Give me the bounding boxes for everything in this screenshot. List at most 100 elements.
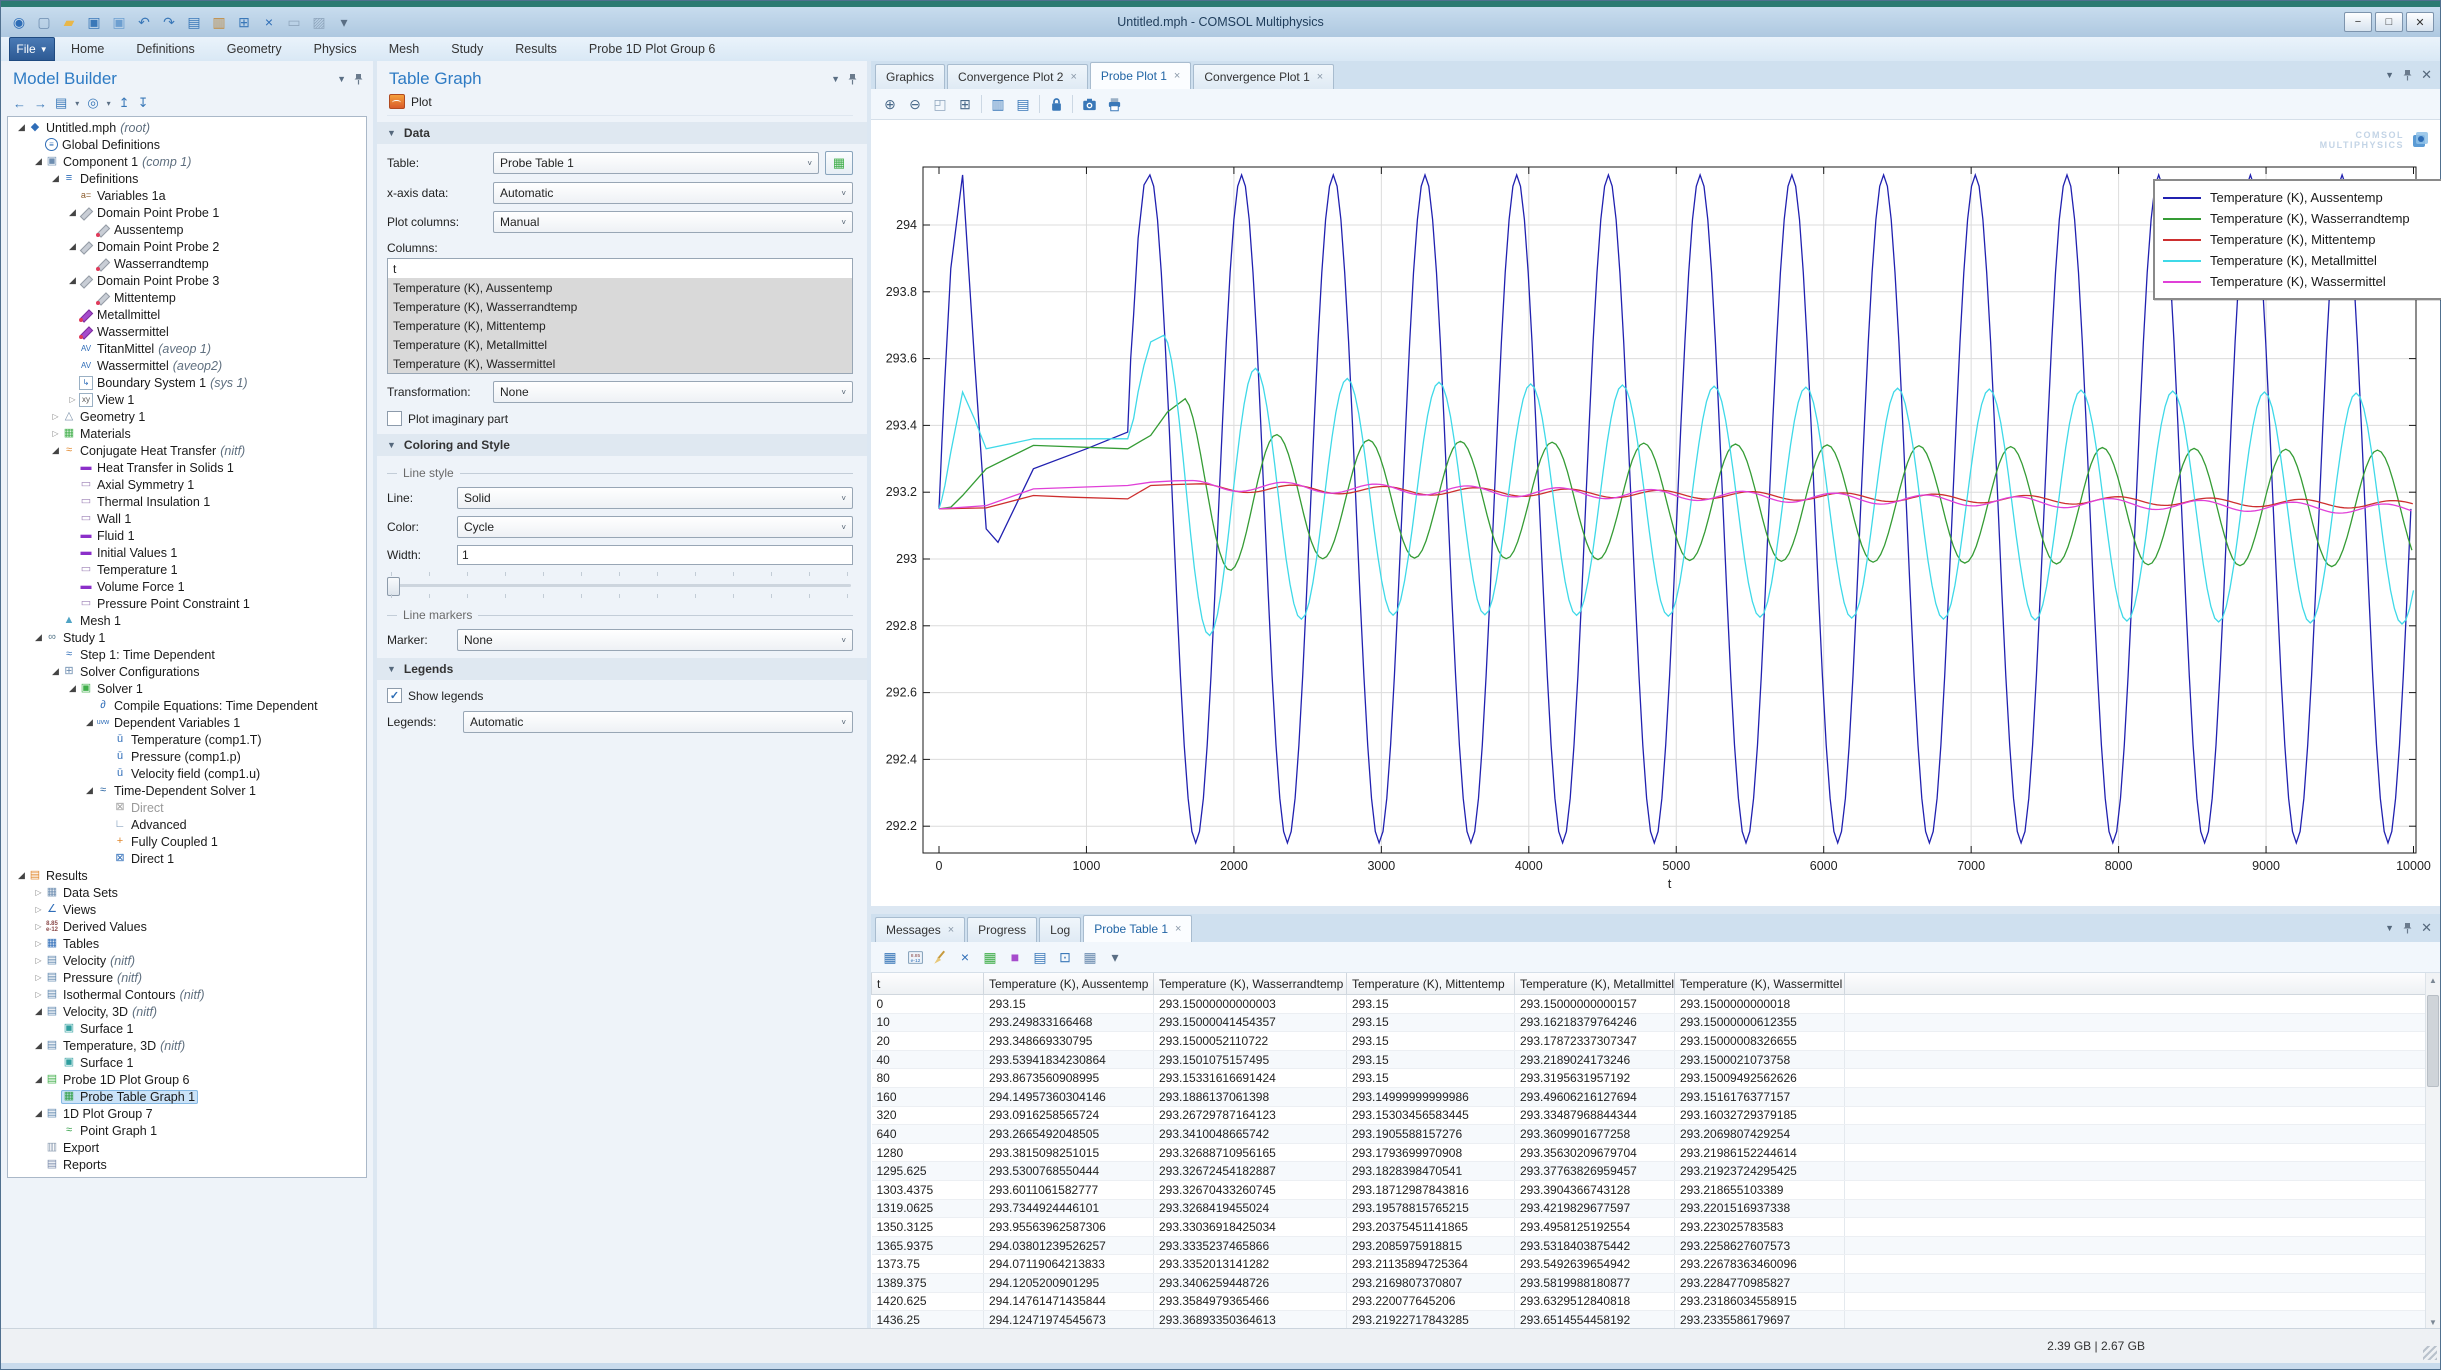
tree-expander-icon[interactable]: ◢ bbox=[33, 1006, 44, 1017]
table-cell[interactable]: 293.15331616691424 bbox=[1154, 1069, 1347, 1088]
tree-expander-icon[interactable]: ◢ bbox=[33, 632, 44, 643]
table-cell[interactable]: 293.2335586179697 bbox=[1675, 1311, 1845, 1329]
table-row[interactable]: 1373.75294.07119064213833293.33520131412… bbox=[872, 1255, 2441, 1274]
tree-item-derived-values[interactable]: ▷8.85e-12Derived Values bbox=[8, 918, 366, 935]
table-cell[interactable]: 293.15000008326655 bbox=[1675, 1032, 1845, 1051]
table-cell[interactable]: 293.223025783583 bbox=[1675, 1218, 1845, 1237]
table-row[interactable]: 1280293.3815098251015293.326887109561652… bbox=[872, 1143, 2441, 1162]
table-cell[interactable]: 293.32670433260745 bbox=[1154, 1180, 1347, 1199]
table-cell[interactable]: 293.21986152244614 bbox=[1675, 1143, 1845, 1162]
table-cell[interactable]: 293.1793699970908 bbox=[1347, 1143, 1515, 1162]
tree-item-isothermal-contours[interactable]: ▷▤Isothermal Contours(nitf) bbox=[8, 986, 366, 1003]
table-cell[interactable]: 293.1905588157276 bbox=[1347, 1125, 1515, 1144]
table-cell[interactable]: 293.33036918425034 bbox=[1154, 1218, 1347, 1237]
zoom-in-icon[interactable]: ⊕ bbox=[881, 95, 899, 113]
delete-icon[interactable]: × bbox=[259, 13, 279, 31]
tree-item-untitled-mph[interactable]: ◢◆Untitled.mph(root) bbox=[8, 119, 366, 136]
tree-item-boundary-system-1[interactable]: ↳Boundary System 1(sys 1) bbox=[8, 374, 366, 391]
tree-item-thermal-insulation-1[interactable]: ▭Thermal Insulation 1 bbox=[8, 493, 366, 510]
pin-icon[interactable] bbox=[2403, 922, 2412, 934]
table-cell[interactable]: 160 bbox=[872, 1087, 984, 1106]
table-cell[interactable]: 293.36893350364613 bbox=[1154, 1311, 1347, 1329]
panel-menu-icon[interactable]: ▼ bbox=[831, 74, 840, 84]
tree-expander-icon[interactable]: ◢ bbox=[67, 241, 78, 252]
title-bar[interactable]: ◉▢▰▣▣↶↷▤▥⊞×▭▨▾ Untitled.mph - COMSOL Mul… bbox=[1, 7, 2440, 37]
tab-probe-plot-1[interactable]: Probe Plot 1× bbox=[1090, 62, 1191, 89]
tab-convergence-plot-2[interactable]: Convergence Plot 2× bbox=[947, 64, 1088, 89]
ribbon-tab-physics[interactable]: Physics bbox=[298, 37, 373, 61]
table-cell[interactable]: 293.37763826959457 bbox=[1515, 1162, 1675, 1181]
table-cell[interactable]: 293.15303456583445 bbox=[1347, 1106, 1515, 1125]
table-cell[interactable]: 293.21922717843285 bbox=[1347, 1311, 1515, 1329]
select-frame-icon[interactable]: ▭ bbox=[284, 13, 304, 31]
copy-icon[interactable]: ▤ bbox=[184, 13, 204, 31]
section-coloring[interactable]: ▼ Coloring and Style bbox=[377, 434, 867, 456]
save-icon[interactable]: ▣ bbox=[84, 13, 104, 31]
table-cell[interactable]: 293.2201516937338 bbox=[1675, 1199, 1845, 1218]
table-cell[interactable]: 293.15 bbox=[984, 995, 1154, 1014]
tree-item-wasserrandtemp[interactable]: Wasserrandtemp bbox=[8, 255, 366, 272]
close-button[interactable]: ✕ bbox=[2406, 12, 2434, 32]
table-cell[interactable]: 1350.3125 bbox=[872, 1218, 984, 1237]
table-cell[interactable]: 0 bbox=[872, 995, 984, 1014]
table-cell[interactable]: 293.6011061582777 bbox=[984, 1180, 1154, 1199]
table-cell[interactable]: 293.15 bbox=[1347, 1069, 1515, 1088]
tree-expander-icon[interactable]: ▷ bbox=[33, 990, 44, 999]
table-row[interactable]: 0293.15293.15000000000003293.15293.15000… bbox=[872, 995, 2441, 1014]
table-cell[interactable]: 293.2069807429254 bbox=[1675, 1125, 1845, 1144]
tab-convergence-plot-1[interactable]: Convergence Plot 1× bbox=[1193, 64, 1334, 89]
table-cell[interactable]: 293.4958125192554 bbox=[1515, 1218, 1675, 1237]
plot-imaginary-checkbox[interactable] bbox=[387, 411, 402, 426]
tree-item-velocity-field-comp1-u-[interactable]: ūVelocity field (comp1.u) bbox=[8, 765, 366, 782]
table-cell[interactable]: 293.15 bbox=[1347, 995, 1515, 1014]
tree-item-global-definitions[interactable]: ≡Global Definitions bbox=[8, 136, 366, 153]
width-slider[interactable] bbox=[387, 572, 853, 598]
table-cell[interactable]: 1389.375 bbox=[872, 1273, 984, 1292]
redo-icon[interactable]: ↷ bbox=[159, 13, 179, 31]
table-cell[interactable]: 293.3352013141282 bbox=[1154, 1255, 1347, 1274]
tree-item-direct-1[interactable]: ⊠Direct 1 bbox=[8, 850, 366, 867]
brush-icon[interactable]: ▨ bbox=[309, 13, 329, 31]
table-cell[interactable]: 294.03801239526257 bbox=[984, 1236, 1154, 1255]
table-cell[interactable]: 293.5300768550444 bbox=[984, 1162, 1154, 1181]
tree-expander-icon[interactable]: ◢ bbox=[67, 275, 78, 286]
tab-probe-table-1[interactable]: Probe Table 1× bbox=[1083, 915, 1192, 942]
tree-item-pressure-point-constraint-1[interactable]: ▭Pressure Point Constraint 1 bbox=[8, 595, 366, 612]
tree-item-surface-1[interactable]: ▣Surface 1 bbox=[8, 1054, 366, 1071]
table-cell[interactable]: 293.1828398470541 bbox=[1347, 1162, 1515, 1181]
ribbon-tab-study[interactable]: Study bbox=[435, 37, 499, 61]
tree-item-velocity-3d[interactable]: ◢▤Velocity, 3D(nitf) bbox=[8, 1003, 366, 1020]
tree-expander-icon[interactable]: ◢ bbox=[67, 207, 78, 218]
table-cell[interactable]: 293.15000000000157 bbox=[1515, 995, 1675, 1014]
table-row[interactable]: 1303.4375293.6011061582777293.3267043326… bbox=[872, 1180, 2441, 1199]
table-cell[interactable]: 293.6329512840818 bbox=[1515, 1292, 1675, 1311]
columns-listbox[interactable]: tTemperature (K), AussentempTemperature … bbox=[387, 258, 853, 374]
table-cell[interactable]: 293.1501075157495 bbox=[1154, 1050, 1347, 1069]
table-scrollbar[interactable]: ▲ ▼ bbox=[2425, 973, 2440, 1329]
tree-expander-icon[interactable]: ◢ bbox=[84, 785, 95, 796]
tree-item-variables-1a[interactable]: a=Variables 1a bbox=[8, 187, 366, 204]
table-settings-icon[interactable]: ▦ bbox=[1081, 948, 1099, 966]
table-row[interactable]: 320293.0916258565724293.2672978716412329… bbox=[872, 1106, 2441, 1125]
table-header-cell[interactable]: Temperature (K), Wasserrandtemp bbox=[1154, 973, 1347, 995]
table-cell[interactable]: 293.1500021073758 bbox=[1675, 1050, 1845, 1069]
marker-select[interactable]: None ˅ bbox=[457, 629, 853, 651]
table-cell[interactable]: 293.3406259448726 bbox=[1154, 1273, 1347, 1292]
tab-messages[interactable]: Messages× bbox=[875, 917, 965, 942]
tree-item-axial-symmetry-1[interactable]: ▭Axial Symmetry 1 bbox=[8, 476, 366, 493]
maximize-button[interactable]: □ bbox=[2375, 12, 2403, 32]
table-plot-icon[interactable]: ▦ bbox=[881, 948, 899, 966]
copy-table-icon[interactable]: ▤ bbox=[1031, 948, 1049, 966]
table-select[interactable]: Probe Table 1 ˅ bbox=[493, 152, 819, 174]
table-cell[interactable]: 1303.4375 bbox=[872, 1180, 984, 1199]
delete-table-icon[interactable]: × bbox=[956, 948, 974, 966]
table-cell[interactable]: 293.15000041454357 bbox=[1154, 1013, 1347, 1032]
table-cell[interactable]: 1280 bbox=[872, 1143, 984, 1162]
move-down-icon[interactable]: ↧ bbox=[138, 95, 149, 111]
tree-item-advanced[interactable]: ∟Advanced bbox=[8, 816, 366, 833]
zoom-extents-icon[interactable]: ⊞ bbox=[956, 95, 974, 113]
table-row[interactable]: 1420.625294.14761471435844293.3584979365… bbox=[872, 1292, 2441, 1311]
tree-item-velocity[interactable]: ▷▤Velocity(nitf) bbox=[8, 952, 366, 969]
tree-item-geometry-1[interactable]: ▷△Geometry 1 bbox=[8, 408, 366, 425]
undo-icon[interactable]: ↶ bbox=[134, 13, 154, 31]
